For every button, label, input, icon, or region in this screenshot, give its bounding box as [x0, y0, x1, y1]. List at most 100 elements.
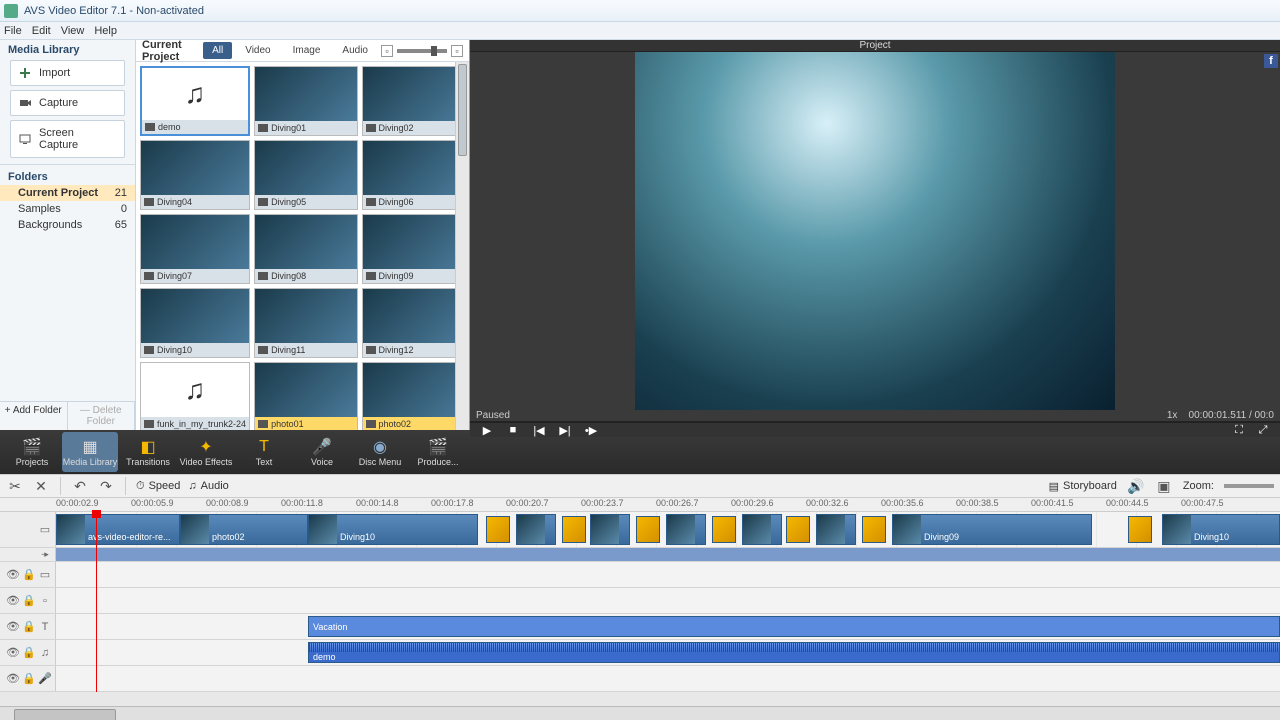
- eye-icon[interactable]: 👁: [7, 595, 19, 607]
- video-clip[interactable]: photo02: [180, 514, 308, 545]
- playhead[interactable]: [96, 512, 97, 692]
- media-library-mode-button[interactable]: ▦Media Library: [62, 432, 118, 472]
- fullscreen-button[interactable]: ⤢: [1256, 423, 1270, 437]
- transition-clip[interactable]: [562, 516, 586, 543]
- expand-icon[interactable]: -▸: [39, 549, 51, 561]
- tab-image[interactable]: Image: [284, 42, 330, 59]
- folder-backgrounds[interactable]: Backgrounds 65: [0, 217, 135, 233]
- media-thumb[interactable]: Diving05: [254, 140, 357, 210]
- transition-clip[interactable]: [636, 516, 660, 543]
- preview-scrubber[interactable]: [470, 421, 1280, 423]
- text-mode-button[interactable]: TText: [236, 432, 292, 472]
- audio-button[interactable]: ♫Audio: [188, 480, 228, 492]
- thumb-zoom-in-button[interactable]: ▫: [451, 45, 463, 57]
- storyboard-toggle[interactable]: ▤Storyboard: [1049, 480, 1117, 493]
- import-button[interactable]: Import: [10, 60, 125, 86]
- eye-icon[interactable]: 👁: [7, 673, 19, 685]
- video-clip[interactable]: Diving10: [308, 514, 478, 545]
- lock-icon[interactable]: 🔒: [23, 595, 35, 607]
- tab-video[interactable]: Video: [236, 42, 279, 59]
- lock-icon[interactable]: 🔒: [23, 673, 35, 685]
- video-clip[interactable]: [816, 514, 856, 545]
- transition-clip[interactable]: [486, 516, 510, 543]
- tab-audio[interactable]: Audio: [333, 42, 377, 59]
- transition-clip[interactable]: [862, 516, 886, 543]
- menu-edit[interactable]: Edit: [32, 25, 51, 37]
- tab-all[interactable]: All: [203, 42, 232, 59]
- lock-icon[interactable]: 🔒: [23, 621, 35, 633]
- transition-clip[interactable]: [786, 516, 810, 543]
- audio-track-content[interactable]: demo: [56, 640, 1280, 665]
- snapshot-button[interactable]: ⛶: [1232, 423, 1246, 437]
- eye-icon[interactable]: 👁: [7, 647, 19, 659]
- undo-button[interactable]: ↶: [71, 477, 89, 495]
- timeline-zoom-slider[interactable]: [1224, 484, 1274, 488]
- facebook-icon[interactable]: f: [1264, 54, 1278, 68]
- media-thumb[interactable]: Diving01: [254, 66, 357, 136]
- preview-viewport[interactable]: f: [470, 52, 1280, 410]
- disc-menu-mode-button[interactable]: ◉Disc Menu: [352, 432, 408, 472]
- voice-track-content[interactable]: [56, 666, 1280, 691]
- video-track-content[interactable]: avs-video-editor-re... photo02 Diving10 …: [56, 512, 1280, 547]
- video-effects-mode-button[interactable]: ✦Video Effects: [178, 432, 234, 472]
- text-clip[interactable]: Vacation: [308, 616, 1280, 637]
- play-button[interactable]: ▶: [480, 423, 494, 437]
- video-clip[interactable]: [590, 514, 630, 545]
- add-folder-button[interactable]: + Add Folder: [0, 402, 68, 430]
- lock-icon[interactable]: 🔒: [23, 569, 35, 581]
- folder-samples[interactable]: Samples 0: [0, 201, 135, 217]
- video-clip[interactable]: avs-video-editor-re...: [56, 514, 180, 545]
- prev-frame-button[interactable]: |◀: [532, 423, 546, 437]
- media-thumb[interactable]: photo01: [254, 362, 357, 430]
- folder-current-project[interactable]: Current Project 21: [0, 185, 135, 201]
- menu-file[interactable]: File: [4, 25, 22, 37]
- transition-clip[interactable]: [1128, 516, 1152, 543]
- media-thumb[interactable]: ♫demo: [140, 66, 250, 136]
- timeline-h-scrollbar[interactable]: [0, 706, 1280, 720]
- browser-scrollbar[interactable]: [455, 62, 469, 430]
- audio-clip[interactable]: demo: [308, 642, 1280, 663]
- transitions-mode-button[interactable]: ◧Transitions: [120, 432, 176, 472]
- media-thumb[interactable]: Diving04: [140, 140, 250, 210]
- projects-mode-button[interactable]: 🎬Projects: [4, 432, 60, 472]
- eye-icon[interactable]: 👁: [7, 621, 19, 633]
- menu-help[interactable]: Help: [94, 25, 117, 37]
- media-thumb[interactable]: Diving11: [254, 288, 357, 358]
- capture-button[interactable]: Capture: [10, 90, 125, 116]
- media-thumb[interactable]: photo02: [362, 362, 465, 430]
- redo-button[interactable]: ↷: [97, 477, 115, 495]
- delete-button[interactable]: ✕: [32, 477, 50, 495]
- stop-button[interactable]: ■: [506, 423, 520, 437]
- voice-mode-button[interactable]: 🎤Voice: [294, 432, 350, 472]
- video-clip[interactable]: Diving09: [892, 514, 1092, 545]
- thumb-zoom-out-button[interactable]: ▫: [381, 45, 393, 57]
- effects-track-content[interactable]: [56, 588, 1280, 613]
- video-clip[interactable]: Diving10: [1162, 514, 1280, 545]
- media-thumb[interactable]: Diving06: [362, 140, 465, 210]
- step-forward-button[interactable]: •▶: [584, 423, 598, 437]
- media-thumb[interactable]: Diving10: [140, 288, 250, 358]
- produce-button[interactable]: 🎬Produce...: [410, 432, 466, 472]
- delete-folder-button[interactable]: — Delete Folder: [68, 402, 136, 430]
- speed-button[interactable]: ⏱Speed: [136, 480, 180, 493]
- media-thumb[interactable]: Diving07: [140, 214, 250, 284]
- video-clip[interactable]: [666, 514, 706, 545]
- media-thumb[interactable]: Diving02: [362, 66, 465, 136]
- next-frame-button[interactable]: ▶|: [558, 423, 572, 437]
- thumb-zoom-slider[interactable]: [397, 49, 447, 53]
- media-thumb[interactable]: ♫funk_in_my_trunk2-24: [140, 362, 250, 430]
- overlay-track-content[interactable]: [56, 562, 1280, 587]
- eye-icon[interactable]: 👁: [7, 569, 19, 581]
- transition-clip[interactable]: [712, 516, 736, 543]
- menu-view[interactable]: View: [61, 25, 85, 37]
- lock-icon[interactable]: 🔒: [23, 647, 35, 659]
- timeline-ruler[interactable]: 00:00:02.900:00:05.900:00:08.900:00:11.8…: [0, 498, 1280, 512]
- media-thumb[interactable]: Diving12: [362, 288, 465, 358]
- fit-icon[interactable]: ▣: [1155, 477, 1173, 495]
- video-clip[interactable]: [516, 514, 556, 545]
- split-tool-icon[interactable]: ✂: [6, 477, 24, 495]
- screen-capture-button[interactable]: Screen Capture: [10, 120, 125, 158]
- media-thumb[interactable]: Diving08: [254, 214, 357, 284]
- video-clip[interactable]: [742, 514, 782, 545]
- text-track-content[interactable]: Vacation: [56, 614, 1280, 639]
